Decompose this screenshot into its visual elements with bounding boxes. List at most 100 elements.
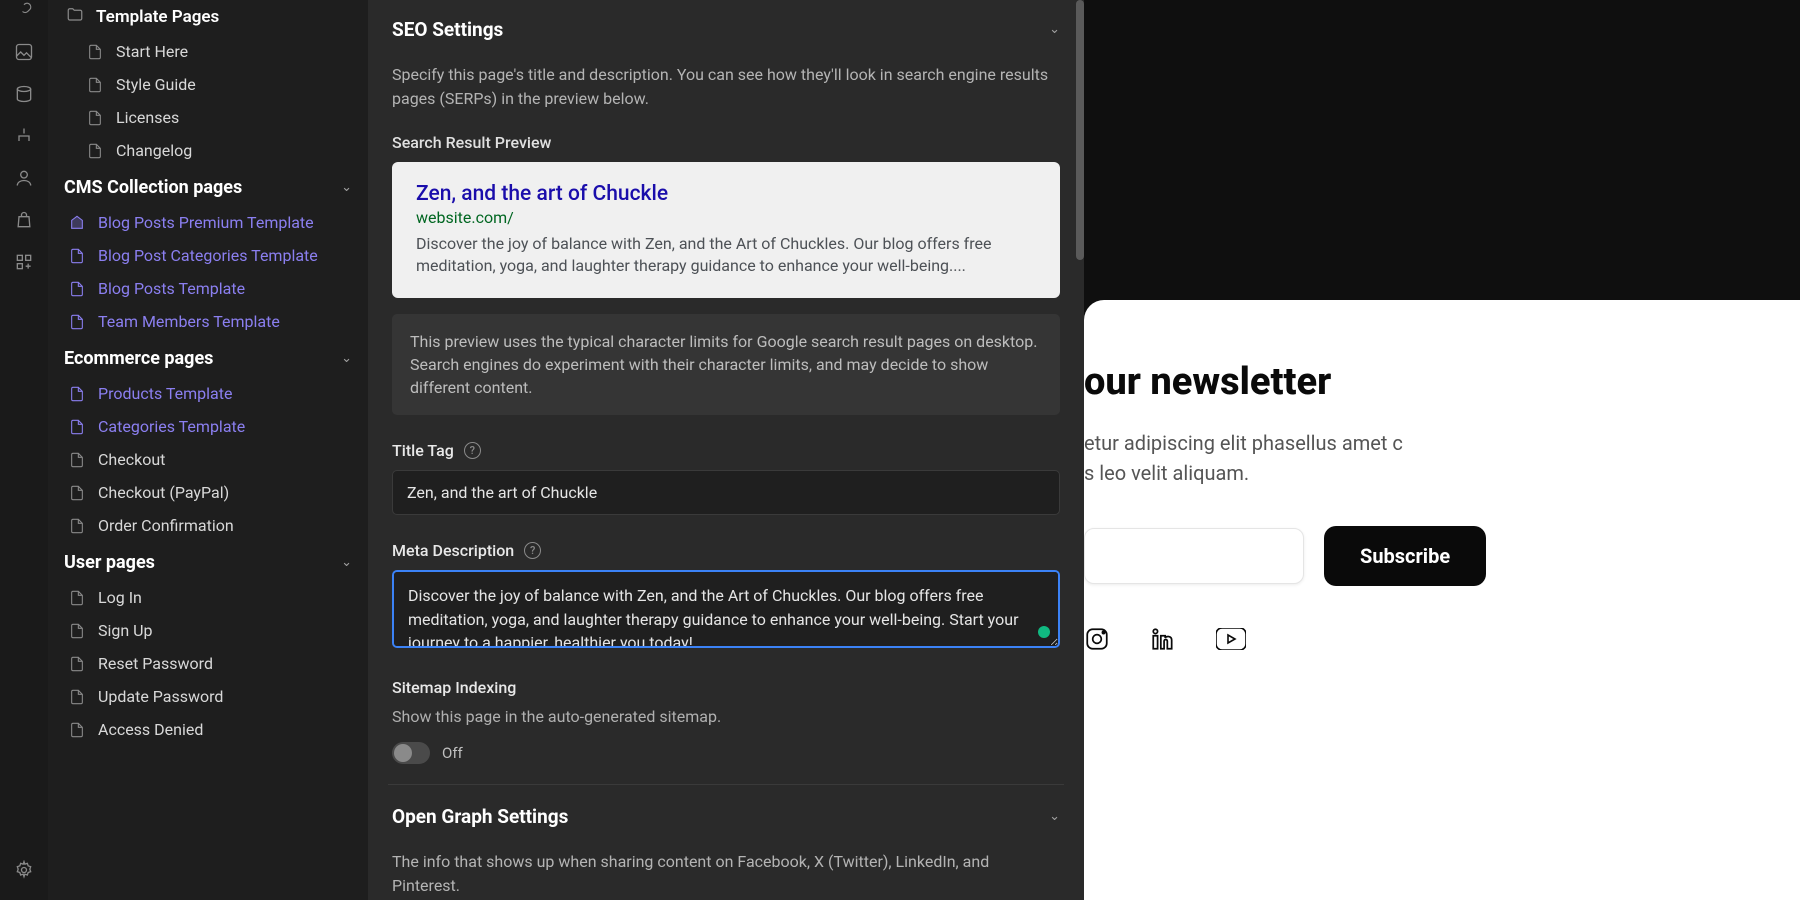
sidebar-item-team-members[interactable]: Team Members Template (48, 305, 368, 338)
tree-icon[interactable] (14, 126, 34, 146)
page-icon (86, 43, 104, 61)
sidebar-item-label: Sign Up (98, 621, 153, 640)
page-sidebar: Template Pages Start Here Style Guide Li… (48, 0, 368, 900)
meta-description-label: Meta Description ? (388, 533, 1064, 570)
toggle-state-label: Off (442, 744, 463, 762)
newsletter-title: our newsletter (1084, 360, 1800, 404)
subscribe-button[interactable]: Subscribe (1324, 526, 1486, 586)
meta-description-input[interactable] (392, 570, 1060, 648)
image-icon[interactable] (14, 42, 34, 62)
page-icon (68, 484, 86, 502)
database-icon[interactable] (14, 84, 34, 104)
seo-heading: SEO Settings (392, 18, 503, 41)
page-icon (86, 76, 104, 94)
social-icons (1084, 626, 1800, 656)
page-icon (68, 385, 86, 403)
sidebar-item-changelog[interactable]: Changelog (48, 134, 368, 167)
sidebar-item-checkout[interactable]: Checkout (48, 443, 368, 476)
sidebar-item-checkout-paypal[interactable]: Checkout (PayPal) (48, 476, 368, 509)
chevron-down-icon: ⌄ (1049, 809, 1060, 824)
page-icon (68, 517, 86, 535)
sidebar-item-label: Checkout (PayPal) (98, 483, 229, 502)
scrollbar[interactable] (1076, 0, 1084, 900)
left-icon-rail (0, 0, 48, 900)
page-icon (68, 418, 86, 436)
sidebar-item-label: Changelog (116, 141, 192, 160)
page-icon (68, 655, 86, 673)
sidebar-item-signup[interactable]: Sign Up (48, 614, 368, 647)
sidebar-item-products[interactable]: Products Template (48, 377, 368, 410)
section-user[interactable]: User pages⌄ (48, 542, 368, 581)
seo-description: Specify this page's title and descriptio… (388, 55, 1064, 129)
sidebar-item-access-denied[interactable]: Access Denied (48, 713, 368, 746)
sidebar-item-update-password[interactable]: Update Password (48, 680, 368, 713)
apps-icon[interactable] (14, 252, 34, 272)
page-icon (68, 451, 86, 469)
folder-label: Template Pages (96, 7, 219, 27)
help-icon[interactable]: ? (464, 442, 481, 459)
sidebar-item-label: Style Guide (116, 75, 196, 94)
newsletter-card: our newsletter etur adipiscing elit phas… (1084, 300, 1800, 900)
page-icon (86, 109, 104, 127)
page-icon (68, 247, 86, 265)
sidebar-item-label: Team Members Template (98, 312, 280, 331)
title-tag-label: Title Tag ? (388, 433, 1064, 470)
sidebar-item-label: Licenses (116, 108, 179, 127)
page-icon (68, 622, 86, 640)
page-icon (68, 589, 86, 607)
sidebar-item-start-here[interactable]: Start Here (48, 35, 368, 68)
sidebar-item-blog-posts-template[interactable]: Blog Posts Template (48, 272, 368, 305)
section-cms[interactable]: CMS Collection pages⌄ (48, 167, 368, 206)
sidebar-item-label: Start Here (116, 42, 188, 61)
sidebar-item-label: Blog Post Categories Template (98, 246, 318, 265)
instagram-icon[interactable] (1084, 626, 1110, 656)
template-icon (68, 214, 86, 232)
sidebar-item-label: Reset Password (98, 654, 213, 673)
sidebar-item-label: Order Confirmation (98, 516, 234, 535)
sidebar-item-style-guide[interactable]: Style Guide (48, 68, 368, 101)
sidebar-item-blog-post-categories[interactable]: Blog Post Categories Template (48, 239, 368, 272)
canvas-preview: our newsletter etur adipiscing elit phas… (1084, 0, 1800, 900)
chevron-down-icon: ⌄ (1049, 22, 1060, 37)
sidebar-item-blog-posts-premium[interactable]: Blog Posts Premium Template (48, 206, 368, 239)
sidebar-item-label: Log In (98, 588, 142, 607)
page-icon (86, 142, 104, 160)
youtube-icon[interactable] (1216, 628, 1246, 654)
sidebar-item-order-confirmation[interactable]: Order Confirmation (48, 509, 368, 542)
og-settings-header[interactable]: Open Graph Settings ⌄ (388, 787, 1064, 842)
sidebar-item-label: Blog Posts Template (98, 279, 245, 298)
folder-template-pages[interactable]: Template Pages (48, 0, 368, 35)
chevron-down-icon: ⌄ (341, 351, 352, 366)
sidebar-item-licenses[interactable]: Licenses (48, 101, 368, 134)
title-tag-input[interactable] (392, 470, 1060, 515)
sidebar-item-login[interactable]: Log In (48, 581, 368, 614)
settings-panel: SEO Settings ⌄ Specify this page's title… (368, 0, 1084, 900)
seo-settings-header[interactable]: SEO Settings ⌄ (388, 0, 1064, 55)
link-icon[interactable] (14, 0, 34, 20)
search-preview-label: Search Result Preview (388, 129, 1064, 162)
sidebar-item-label: Checkout (98, 450, 165, 469)
sidebar-item-reset-password[interactable]: Reset Password (48, 647, 368, 680)
page-icon (68, 313, 86, 331)
user-icon[interactable] (14, 168, 34, 188)
newsletter-body: etur adipiscing elit phasellus amet c s … (1084, 428, 1800, 488)
serp-preview: Zen, and the art of Chuckle website.com/… (392, 162, 1060, 298)
og-heading: Open Graph Settings (392, 805, 568, 828)
linkedin-icon[interactable] (1150, 626, 1176, 656)
help-icon[interactable]: ? (524, 542, 541, 559)
chevron-down-icon: ⌄ (341, 555, 352, 570)
serp-url: website.com/ (416, 208, 1036, 227)
gear-icon[interactable] (14, 860, 34, 880)
page-icon (68, 280, 86, 298)
sidebar-item-categories[interactable]: Categories Template (48, 410, 368, 443)
bag-icon[interactable] (14, 210, 34, 230)
chevron-down-icon: ⌄ (341, 180, 352, 195)
og-description: The info that shows up when sharing cont… (388, 842, 1064, 900)
sidebar-item-label: Products Template (98, 384, 232, 403)
section-ecommerce[interactable]: Ecommerce pages⌄ (48, 338, 368, 377)
sitemap-heading: Sitemap Indexing (388, 670, 1064, 707)
sitemap-toggle[interactable] (392, 742, 430, 764)
page-icon (68, 721, 86, 739)
serp-title: Zen, and the art of Chuckle (416, 182, 1036, 206)
email-input[interactable] (1084, 528, 1304, 584)
